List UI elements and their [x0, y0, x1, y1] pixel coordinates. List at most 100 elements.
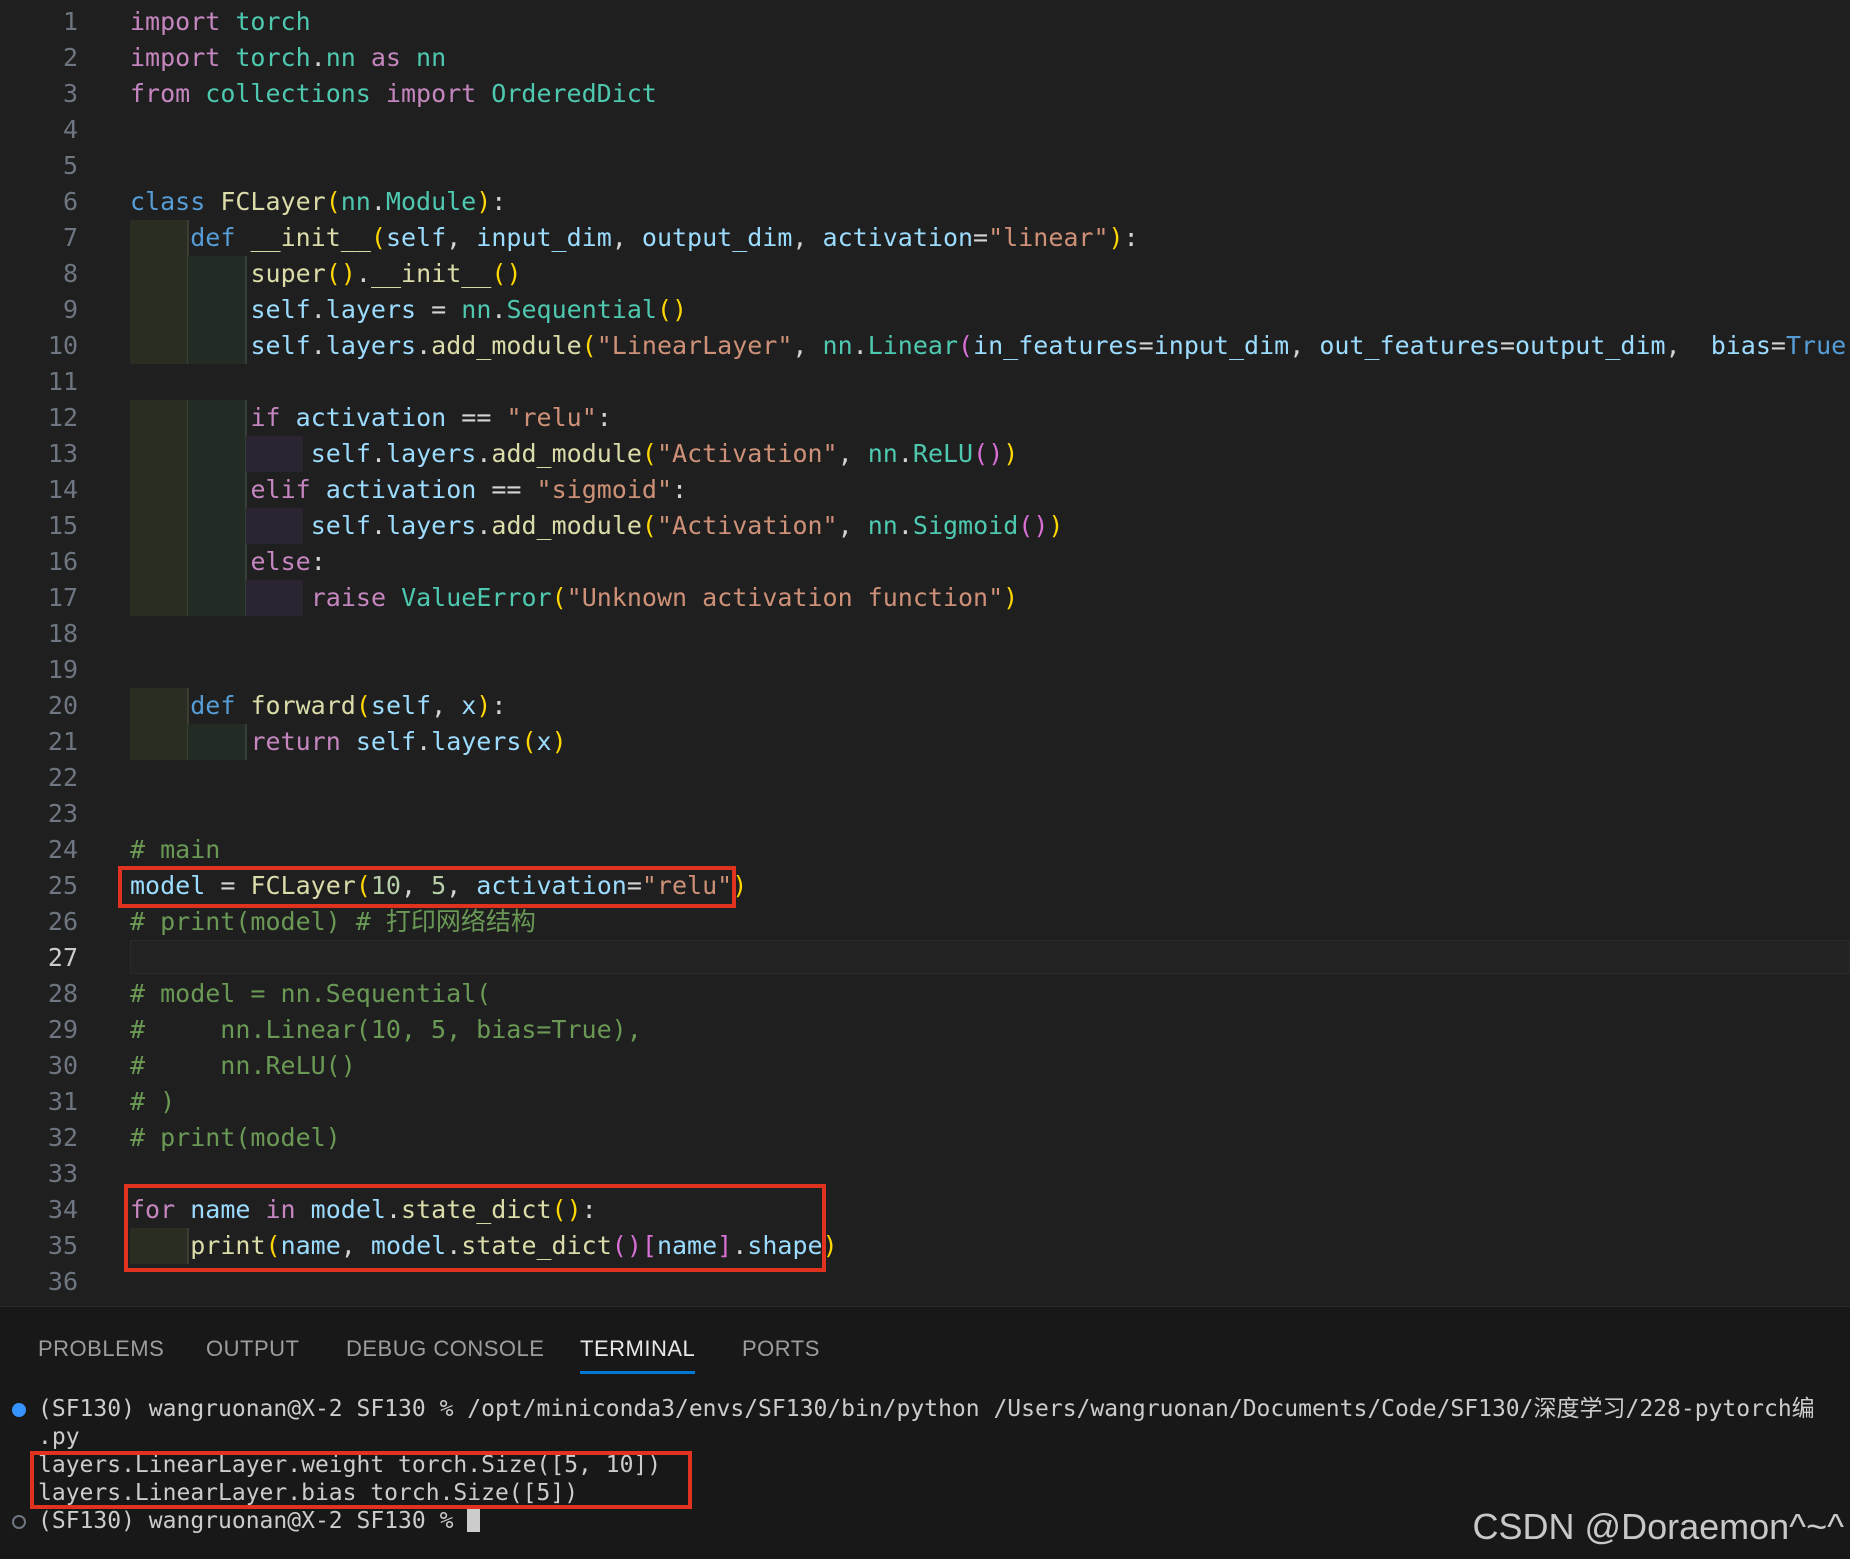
- line-number: 28: [47, 979, 78, 1008]
- watermark: CSDN @Doraemon^~^: [1472, 1506, 1844, 1547]
- line-number: 24: [47, 835, 78, 864]
- line-number: 4: [62, 115, 78, 144]
- code-text: self.layers.add_module("Activation", nn.…: [310, 439, 1019, 468]
- code-text: return self.layers(x): [250, 727, 567, 756]
- line-number: 9: [62, 295, 78, 324]
- code-text: def __init__(self, input_dim, output_dim…: [190, 223, 1139, 252]
- line-number: 21: [47, 727, 78, 756]
- terminal-cursor: [467, 1508, 481, 1532]
- code-line[interactable]: 15 self.layers.add_module("Activation", …: [0, 508, 1850, 544]
- code-text: # nn.ReLU(): [130, 1051, 356, 1080]
- code-line[interactable]: 21 return self.layers(x): [0, 724, 1850, 760]
- line-number: 7: [62, 223, 78, 252]
- code-line[interactable]: 23: [0, 796, 1850, 832]
- code-text: self.layers = nn.Sequential(): [250, 295, 688, 324]
- code-line[interactable]: 30 # nn.ReLU(): [0, 1048, 1850, 1084]
- loop-highlight-box: [124, 1184, 826, 1272]
- line-number: 23: [47, 799, 78, 828]
- code-text: from collections import OrderedDict: [130, 79, 657, 108]
- code-text: # print(model): [130, 1123, 341, 1152]
- line-number: 29: [47, 1015, 78, 1044]
- code-text: # model = nn.Sequential(: [130, 979, 492, 1008]
- code-editor[interactable]: 1 import torch 2 import torch.nn as nn 3 from…: [0, 0, 1850, 1306]
- terminal-prompt[interactable]: (SF130) wangruonan@X-2 SF130 %: [38, 1507, 481, 1535]
- code-line[interactable]: 9 self.layers = nn.Sequential(): [0, 292, 1850, 328]
- line-number: 1: [62, 7, 78, 36]
- line-number: 18: [47, 619, 78, 648]
- line-number: 14: [47, 475, 78, 504]
- terminal-output-highlight-box: [30, 1451, 692, 1509]
- code-line[interactable]: 2 import torch.nn as nn: [0, 40, 1850, 76]
- current-line-highlight: [130, 940, 1850, 974]
- code-line[interactable]: 11: [0, 364, 1850, 400]
- code-line[interactable]: 19: [0, 652, 1850, 688]
- line-number: 13: [47, 439, 78, 468]
- model-line-highlight-box: [118, 866, 736, 908]
- code-text: # print(model) # 打印网络结构: [130, 907, 536, 936]
- code-text: self.layers.add_module("Activation", nn.…: [310, 511, 1064, 540]
- line-number: 36: [47, 1267, 78, 1296]
- line-number: 11: [47, 367, 78, 396]
- code-text: if activation == "relu":: [250, 403, 612, 432]
- line-number: 26: [47, 907, 78, 936]
- code-line[interactable]: 10 self.layers.add_module("LinearLayer",…: [0, 328, 1850, 364]
- line-number: 12: [47, 403, 78, 432]
- code-text: import torch: [130, 7, 311, 36]
- code-line[interactable]: 27: [0, 940, 1850, 976]
- code-line[interactable]: 22: [0, 760, 1850, 796]
- line-number: 8: [62, 259, 78, 288]
- code-line[interactable]: 28 # model = nn.Sequential(: [0, 976, 1850, 1012]
- tab-debug-console[interactable]: DEBUG CONSOLE: [346, 1327, 544, 1371]
- code-line[interactable]: 18: [0, 616, 1850, 652]
- code-text: # nn.Linear(10, 5, bias=True),: [130, 1015, 642, 1044]
- code-line[interactable]: 3 from collections import OrderedDict: [0, 76, 1850, 112]
- code-line[interactable]: 13 self.layers.add_module("Activation", …: [0, 436, 1850, 472]
- line-number: 22: [47, 763, 78, 792]
- line-number: 30: [47, 1051, 78, 1080]
- code-text: elif activation == "sigmoid":: [250, 475, 688, 504]
- code-text: else:: [250, 547, 326, 576]
- tab-output[interactable]: OUTPUT: [206, 1327, 299, 1371]
- code-text: super().__init__(): [250, 259, 522, 288]
- line-number: 33: [47, 1159, 78, 1188]
- code-line[interactable]: 17 raise ValueError("Unknown activation …: [0, 580, 1850, 616]
- line-number: 3: [62, 79, 78, 108]
- line-number: 25: [47, 871, 78, 900]
- tab-ports[interactable]: PORTS: [742, 1327, 820, 1371]
- code-text: # main: [130, 835, 221, 864]
- code-line[interactable]: 5: [0, 148, 1850, 184]
- command-success-dot-icon: [12, 1403, 26, 1417]
- line-number: 34: [47, 1195, 78, 1224]
- line-number: 16: [47, 547, 78, 576]
- code-text: class FCLayer(nn.Module):: [130, 187, 507, 216]
- line-number: 27: [47, 943, 78, 972]
- code-line[interactable]: 4: [0, 112, 1850, 148]
- terminal-command-continuation: .py: [38, 1424, 80, 1450]
- code-line[interactable]: 14 elif activation == "sigmoid":: [0, 472, 1850, 508]
- code-line[interactable]: 29 # nn.Linear(10, 5, bias=True),: [0, 1012, 1850, 1048]
- code-line[interactable]: 26 # print(model) # 打印网络结构: [0, 904, 1850, 940]
- code-line[interactable]: 12 if activation == "relu":: [0, 400, 1850, 436]
- code-line[interactable]: 31 # ): [0, 1084, 1850, 1120]
- line-number: 6: [62, 187, 78, 216]
- code-text: # ): [130, 1087, 176, 1116]
- line-number: 15: [47, 511, 78, 540]
- tab-terminal[interactable]: TERMINAL: [580, 1327, 696, 1374]
- code-text: self.layers.add_module("LinearLayer", nn…: [250, 331, 1850, 360]
- code-line[interactable]: 32 # print(model): [0, 1120, 1850, 1156]
- code-line[interactable]: 7 def __init__(self, input_dim, output_d…: [0, 220, 1850, 256]
- code-line[interactable]: 16 else:: [0, 544, 1850, 580]
- code-line[interactable]: 1 import torch: [0, 4, 1850, 40]
- code-line[interactable]: 6 class FCLayer(nn.Module):: [0, 184, 1850, 220]
- line-number: 32: [47, 1123, 78, 1152]
- tab-problems[interactable]: PROBLEMS: [38, 1327, 164, 1371]
- line-number: 20: [47, 691, 78, 720]
- code-line[interactable]: 20 def forward(self, x):: [0, 688, 1850, 724]
- code-text: import torch.nn as nn: [130, 43, 447, 72]
- code-line[interactable]: 24 # main: [0, 832, 1850, 868]
- line-number: 35: [47, 1231, 78, 1260]
- code-line[interactable]: 8 super().__init__(): [0, 256, 1850, 292]
- terminal-command-line: (SF130) wangruonan@X-2 SF130 % /opt/mini…: [38, 1396, 1815, 1422]
- line-number: 31: [47, 1087, 78, 1116]
- prompt-idle-dot-icon: [12, 1515, 26, 1529]
